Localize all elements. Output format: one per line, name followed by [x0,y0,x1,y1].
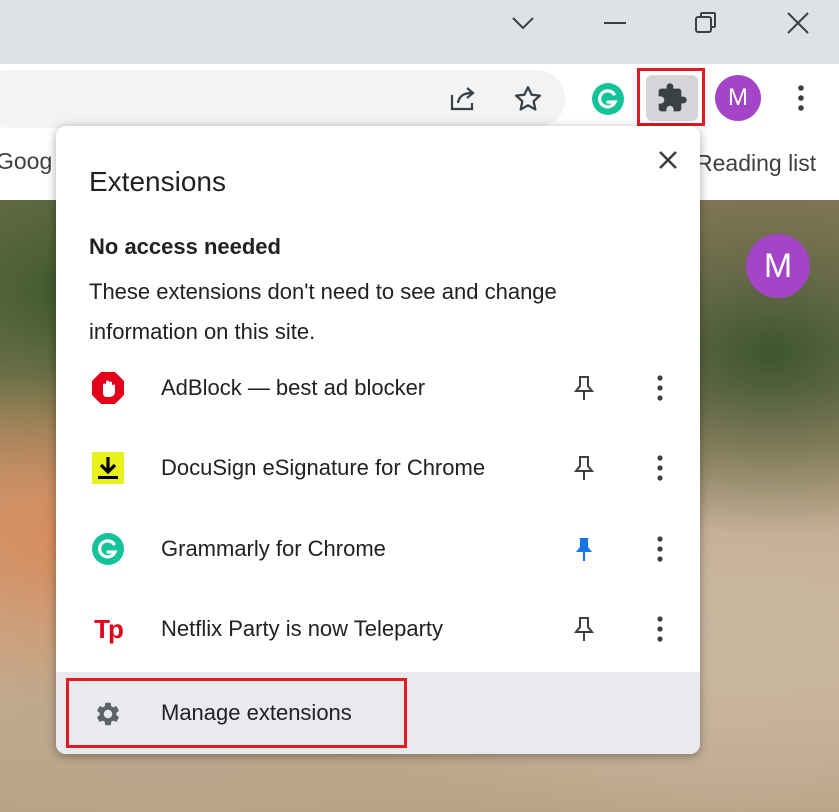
share-button[interactable] [444,80,482,118]
page-profile-avatar[interactable]: M [746,234,810,298]
section-description: These extensions don't need to see and c… [89,279,557,344]
grammarly-icon [592,83,624,115]
pin-outline-icon [573,456,595,480]
title-bar [0,0,839,64]
extension-more-actions-button[interactable] [642,529,678,569]
extensions-button-highlight [637,68,705,126]
page-profile-initial: M [763,246,793,285]
bookmark-star-button[interactable] [509,80,547,118]
close-icon [787,12,809,34]
more-vert-icon [657,375,663,401]
star-icon [515,86,541,111]
chevron-down-icon [512,17,534,30]
extension-item-docusign[interactable]: DocuSign eSignature for Chrome [56,428,700,508]
grammarly-icon [90,531,126,567]
extensions-menu-title: Extensions [89,166,226,197]
pin-extension-button[interactable] [566,450,602,486]
pin-extension-button[interactable] [566,611,602,647]
unpin-extension-button[interactable] [566,531,602,567]
minimize-icon [604,22,626,24]
browser-toolbar [0,64,839,134]
minimize-button[interactable] [585,0,645,46]
more-vert-icon [657,536,663,562]
extension-more-actions-button[interactable] [642,368,678,408]
section-heading: No access needed [89,234,281,259]
more-vert-icon [657,616,663,642]
grammarly-toolbar-button[interactable] [589,80,627,118]
pin-extension-button[interactable] [566,370,602,406]
pin-filled-icon [576,538,592,561]
profile-avatar-button[interactable]: M [715,75,761,121]
tab-search-button[interactable] [493,0,553,46]
extension-more-actions-button[interactable] [642,609,678,649]
extension-item-adblock[interactable]: AdBlock — best ad blocker [56,348,700,428]
extension-name: DocuSign eSignature for Chrome [161,455,486,480]
close-icon [659,151,677,169]
extension-item-grammarly[interactable]: Grammarly for Chrome [56,509,700,589]
extension-item-teleparty[interactable]: Tp Netflix Party is now Teleparty [56,589,700,669]
teleparty-icon: Tp [90,611,126,647]
pin-outline-icon [573,617,595,641]
extension-name: AdBlock — best ad blocker [161,375,426,400]
chrome-menu-button[interactable] [786,78,816,118]
close-extensions-menu-button[interactable] [652,144,684,176]
bookmark-item[interactable]: Goog [0,148,52,175]
docusign-icon [90,450,126,486]
teleparty-logo-text: Tp [94,613,124,644]
close-window-button[interactable] [768,0,828,46]
pin-outline-icon [573,376,595,400]
extension-name: Netflix Party is now Teleparty [161,616,444,641]
manage-extensions-highlight [66,678,407,748]
restore-button[interactable] [676,0,736,46]
reading-list-button[interactable]: Reading list [696,150,816,177]
adblock-icon [90,370,126,406]
profile-initial: M [728,84,748,111]
more-vert-icon [657,455,663,481]
extension-more-actions-button[interactable] [642,448,678,488]
extension-name: Grammarly for Chrome [161,536,386,561]
extensions-menu: Extensions No access needed These extens… [56,126,700,754]
manage-extensions-button[interactable]: Manage extensions [56,672,700,754]
share-icon [450,87,475,111]
more-vert-icon [798,85,804,111]
restore-icon [695,12,716,33]
